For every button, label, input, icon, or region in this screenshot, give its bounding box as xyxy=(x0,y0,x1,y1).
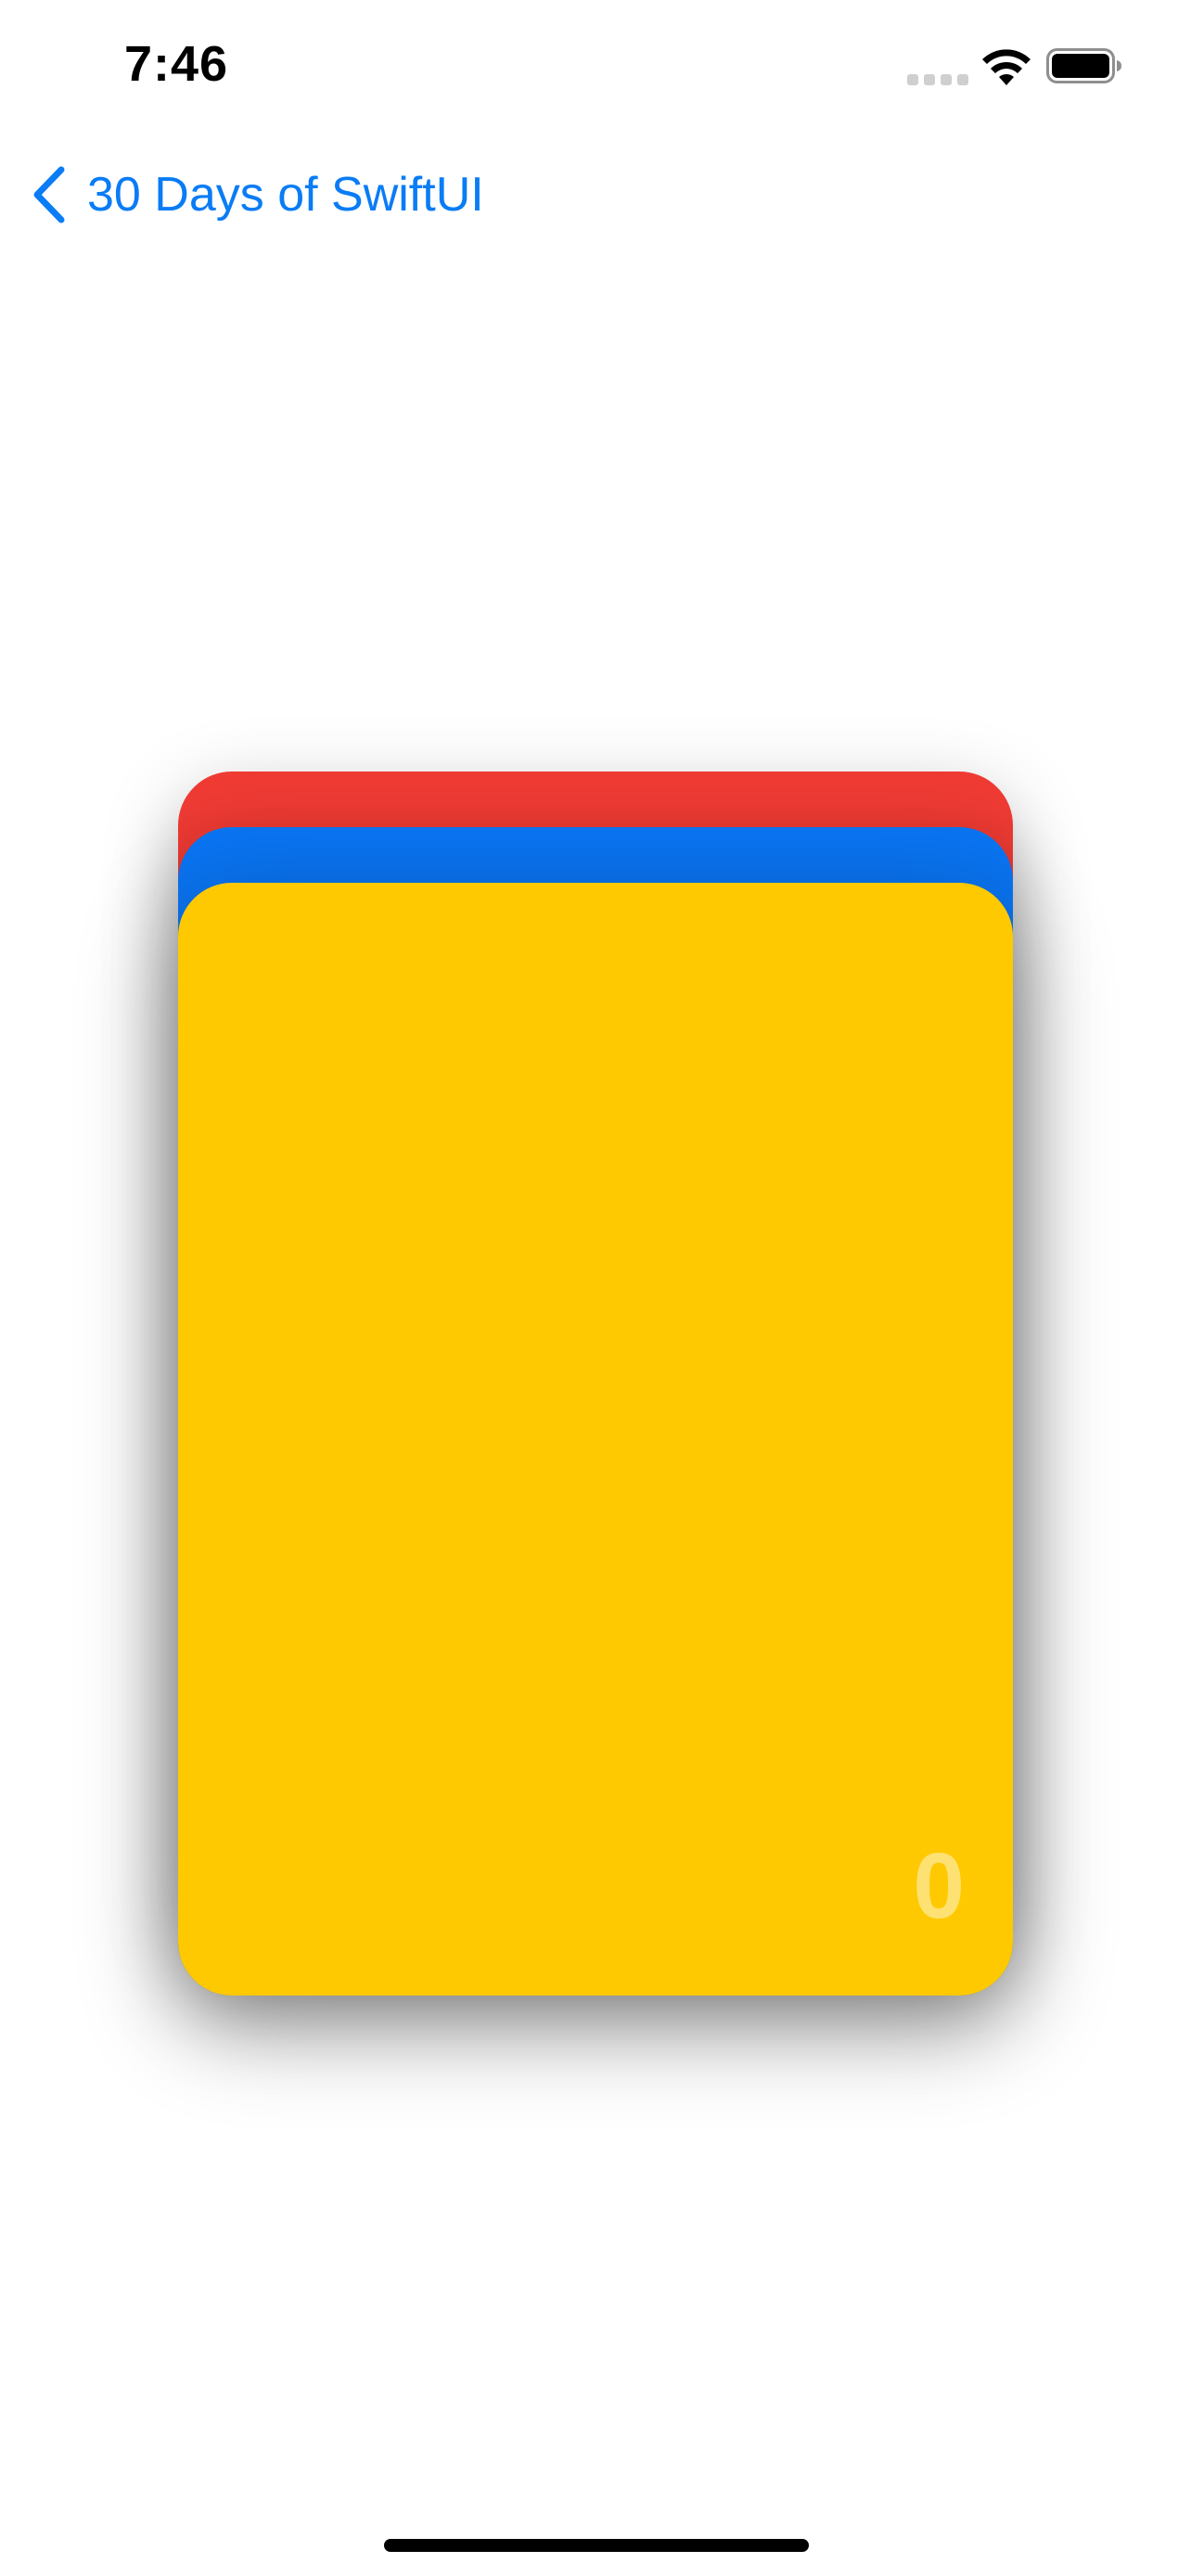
chevron-left-icon xyxy=(33,166,65,223)
back-button-label: 30 Days of SwiftUI xyxy=(87,168,484,222)
status-time: 7:46 xyxy=(124,36,229,92)
card-yellow[interactable]: 0 xyxy=(178,883,1013,1996)
cellular-signal-icon xyxy=(907,74,968,85)
wifi-icon xyxy=(982,49,1031,85)
back-button[interactable]: 30 Days of SwiftUI xyxy=(30,158,484,232)
card-stack: 0 xyxy=(178,772,1013,1996)
card-counter: 0 xyxy=(913,1834,965,1938)
battery-icon xyxy=(1046,48,1121,83)
home-indicator[interactable] xyxy=(384,2539,809,2552)
status-bar: 7:46 xyxy=(0,0,1191,139)
